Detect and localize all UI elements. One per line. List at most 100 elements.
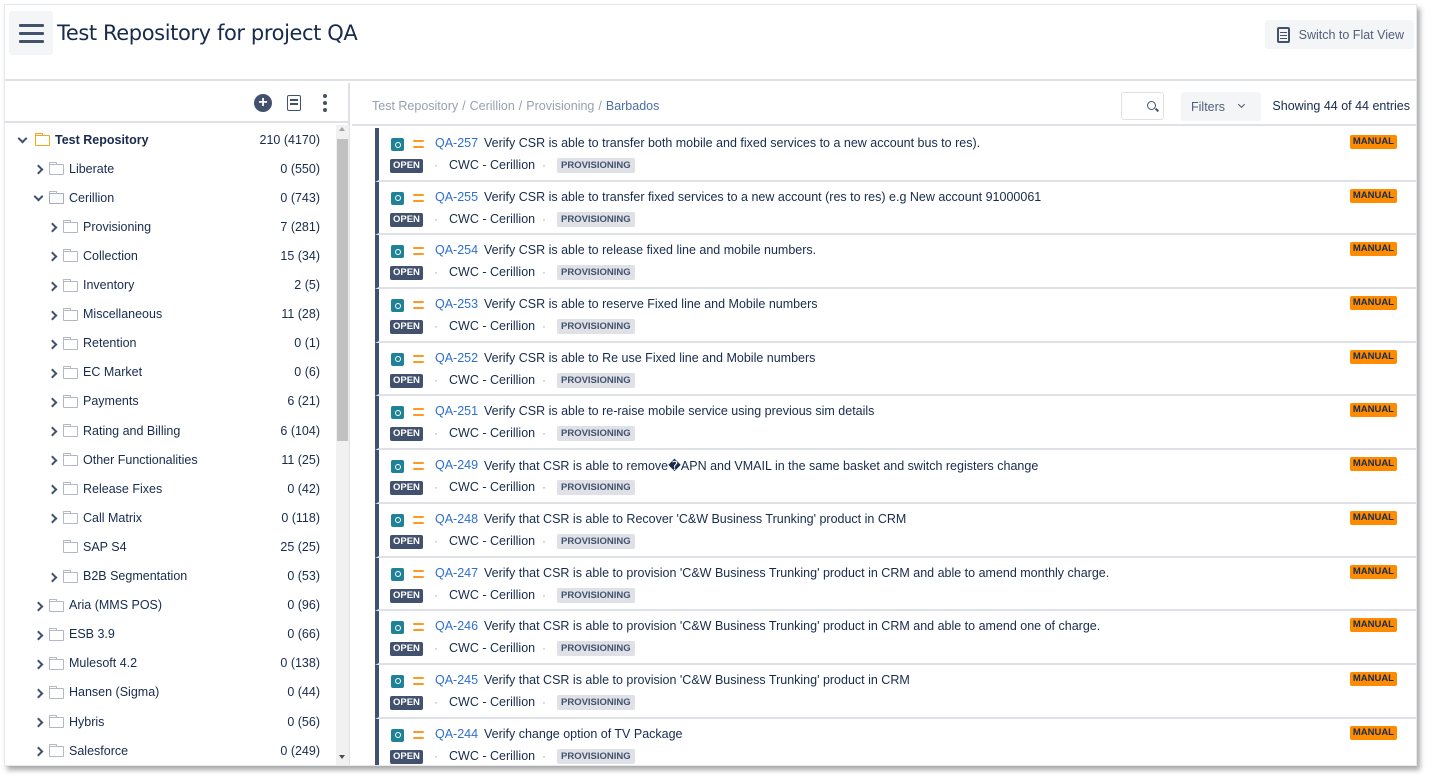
label-tag[interactable]: PROVISIONING xyxy=(557,533,635,549)
issue-key-link[interactable]: QA-247 xyxy=(435,566,478,580)
chevron-right-icon[interactable] xyxy=(33,630,43,640)
label-tag[interactable]: PROVISIONING xyxy=(557,265,635,281)
test-list-item[interactable]: QA-254 Verify CSR is able to release fixe… xyxy=(375,235,1416,290)
test-list-item[interactable]: QA-249 Verify that CSR is able to remove�… xyxy=(375,450,1416,504)
tree-item[interactable]: Call Matrix 0 (118) xyxy=(5,503,335,532)
chevron-right-icon[interactable] xyxy=(47,397,57,407)
chevron-right-icon[interactable] xyxy=(47,222,57,232)
issue-summary[interactable]: Verify that CSR is able to provision 'C&… xyxy=(484,619,1100,633)
tree-item[interactable]: Provisioning 7 (281) xyxy=(5,212,335,241)
tree-item[interactable]: Hybris 0 (56) xyxy=(5,707,335,736)
tree-item[interactable]: Collection 15 (34) xyxy=(5,241,335,270)
issue-summary[interactable]: Verify change option of TV Package xyxy=(484,727,683,741)
tree-item[interactable]: Other Functionalities 11 (25) xyxy=(5,445,335,474)
test-list-item[interactable]: QA-257 Verify CSR is able to transfer bot… xyxy=(375,128,1416,182)
hamburger-menu-button[interactable] xyxy=(9,11,53,55)
issue-key-link[interactable]: QA-249 xyxy=(435,458,478,472)
tree-scrollbar[interactable] xyxy=(336,125,349,765)
tree-item[interactable]: Aria (MMS POS) 0 (96) xyxy=(5,591,335,620)
issue-key-link[interactable]: QA-248 xyxy=(435,512,478,526)
tree-item[interactable]: Cerillion 0 (743) xyxy=(5,183,335,212)
label-tag[interactable]: PROVISIONING xyxy=(557,319,635,335)
scroll-up-arrow-icon[interactable] xyxy=(339,127,345,131)
chevron-right-icon[interactable] xyxy=(47,251,57,261)
test-list-item[interactable]: QA-247 Verify that CSR is able to provisi… xyxy=(375,557,1416,612)
tree-item[interactable]: Mulesoft 4.2 0 (138) xyxy=(5,649,335,678)
scrollbar-thumb[interactable] xyxy=(337,139,348,441)
label-tag[interactable]: PROVISIONING xyxy=(557,211,635,227)
label-tag[interactable]: PROVISIONING xyxy=(557,372,635,388)
issue-key-link[interactable]: QA-257 xyxy=(435,136,478,150)
tree-item[interactable]: Miscellaneous 11 (28) xyxy=(5,300,335,329)
label-tag[interactable]: PROVISIONING xyxy=(557,748,635,764)
issue-summary[interactable]: Verify that CSR is able to provision 'C&… xyxy=(484,673,910,687)
tree-item[interactable]: SAP S4 25 (25) xyxy=(5,532,335,561)
label-tag[interactable]: PROVISIONING xyxy=(557,158,635,173)
test-list-item[interactable]: QA-255 Verify CSR is able to transfer fix… xyxy=(375,181,1416,236)
chevron-down-icon[interactable] xyxy=(33,193,43,203)
chevron-right-icon[interactable] xyxy=(33,659,43,669)
filters-dropdown[interactable]: Filters xyxy=(1181,92,1261,121)
issue-summary[interactable]: Verify CSR is able to transfer both mobi… xyxy=(484,136,980,150)
tree-item[interactable]: ESB 3.9 0 (66) xyxy=(5,620,335,649)
test-list-item[interactable]: QA-245 Verify that CSR is able to provisi… xyxy=(375,664,1416,719)
label-tag[interactable]: PROVISIONING xyxy=(557,641,635,657)
tree-item[interactable]: B2B Segmentation 0 (53) xyxy=(5,562,335,591)
test-list-item[interactable]: QA-251 Verify CSR is able to re-raise mob… xyxy=(375,396,1416,451)
issue-summary[interactable]: Verify CSR is able to transfer fixed ser… xyxy=(484,190,1041,204)
issue-summary[interactable]: Verify that CSR is able to Recover 'C&W … xyxy=(484,512,906,526)
tree-item[interactable]: EC Market 0 (6) xyxy=(5,358,335,387)
issue-key-link[interactable]: QA-253 xyxy=(435,297,478,311)
chevron-right-icon[interactable] xyxy=(33,717,43,727)
chevron-right-icon[interactable] xyxy=(33,688,43,698)
issue-summary[interactable]: Verify CSR is able to release fixed line… xyxy=(484,243,816,257)
tree-item[interactable]: Retention 0 (1) xyxy=(5,329,335,358)
issue-summary[interactable]: Verify CSR is able to Re use Fixed line … xyxy=(484,351,815,365)
issue-key-link[interactable]: QA-251 xyxy=(435,404,478,418)
label-tag[interactable]: PROVISIONING xyxy=(557,694,635,710)
switch-to-flat-view-button[interactable]: Switch to Flat View xyxy=(1264,20,1414,49)
tree-item[interactable]: Payments 6 (21) xyxy=(5,387,335,416)
breadcrumb-item[interactable]: Cerillion xyxy=(470,99,515,113)
chevron-right-icon[interactable] xyxy=(47,368,57,378)
documents-button[interactable] xyxy=(287,95,301,111)
search-button[interactable] xyxy=(1121,92,1164,120)
issue-key-link[interactable]: QA-255 xyxy=(435,190,478,204)
tree-item[interactable]: Test Repository 210 (4170) xyxy=(5,125,335,154)
issue-key-link[interactable]: QA-252 xyxy=(435,351,478,365)
chevron-right-icon[interactable] xyxy=(47,426,57,436)
issue-key-link[interactable]: QA-245 xyxy=(435,673,478,687)
chevron-right-icon[interactable] xyxy=(33,746,43,756)
chevron-right-icon[interactable] xyxy=(47,281,57,291)
tree-item[interactable]: Salesforce 0 (249) xyxy=(5,736,335,765)
chevron-right-icon[interactable] xyxy=(33,601,43,611)
chevron-right-icon[interactable] xyxy=(47,339,57,349)
chevron-right-icon[interactable] xyxy=(47,455,57,465)
label-tag[interactable]: PROVISIONING xyxy=(557,587,635,603)
breadcrumb-item[interactable]: Barbados xyxy=(606,99,660,113)
test-list-item[interactable]: QA-253 Verify CSR is able to reserve Fixe… xyxy=(375,289,1416,343)
chevron-right-icon[interactable] xyxy=(33,164,43,174)
chevron-right-icon[interactable] xyxy=(47,310,57,320)
label-tag[interactable]: PROVISIONING xyxy=(557,426,635,442)
breadcrumb-item[interactable]: Test Repository xyxy=(372,99,458,113)
tree-item[interactable]: Inventory 2 (5) xyxy=(5,271,335,300)
issue-key-link[interactable]: QA-246 xyxy=(435,619,478,633)
test-list-item[interactable]: QA-248 Verify that CSR is able to Recover… xyxy=(375,503,1416,558)
tree-item[interactable]: Liberate 0 (550) xyxy=(5,154,335,183)
test-list-item[interactable]: QA-244 Verify change option of TV Package… xyxy=(375,718,1416,765)
chevron-right-icon[interactable] xyxy=(47,484,57,494)
chevron-right-icon[interactable] xyxy=(47,513,57,523)
issue-summary[interactable]: Verify that CSR is able to provision 'C&… xyxy=(484,566,1109,580)
breadcrumb-item[interactable]: Provisioning xyxy=(526,99,594,113)
issue-key-link[interactable]: QA-254 xyxy=(435,243,478,257)
test-list-item[interactable]: QA-246 Verify that CSR is able to provisi… xyxy=(375,611,1416,665)
issue-summary[interactable]: Verify that CSR is able to remove�APN an… xyxy=(484,458,1038,473)
issue-summary[interactable]: Verify CSR is able to reserve Fixed line… xyxy=(484,297,817,311)
issue-summary[interactable]: Verify CSR is able to re-raise mobile se… xyxy=(484,404,874,418)
chevron-down-icon[interactable] xyxy=(17,135,27,145)
test-list-item[interactable]: QA-252 Verify CSR is able to Re use Fixed… xyxy=(375,342,1416,397)
add-folder-button[interactable]: + xyxy=(254,94,272,112)
scroll-down-arrow-icon[interactable] xyxy=(339,755,345,759)
chevron-right-icon[interactable] xyxy=(47,572,57,582)
